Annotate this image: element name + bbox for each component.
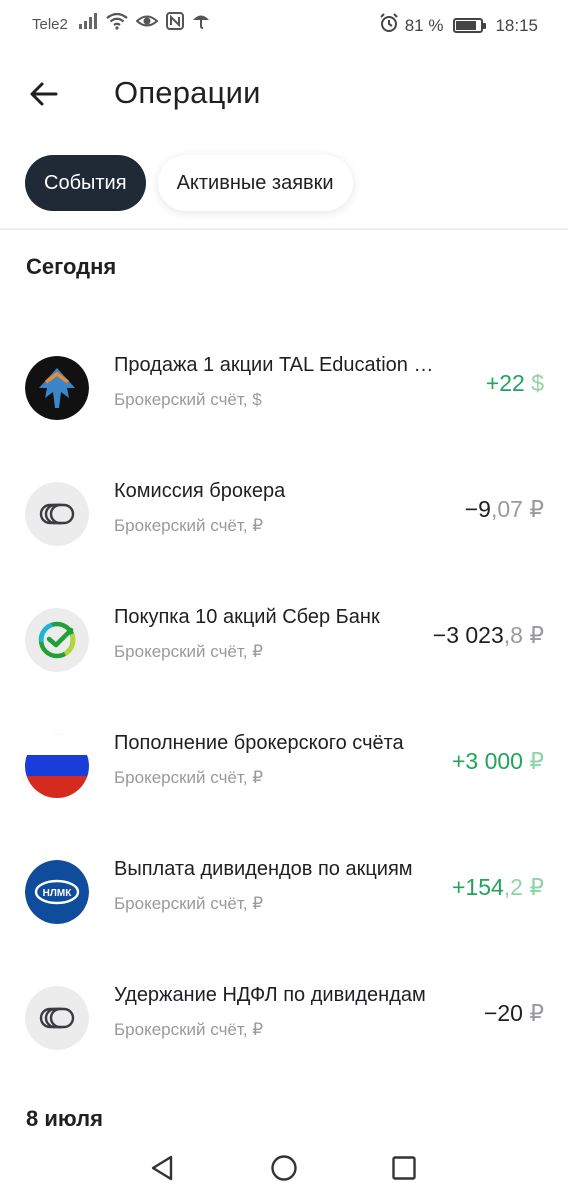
operation-amount: −9,07 ₽ — [464, 496, 544, 522]
operation-title: Выплата дивидендов по акциям — [114, 858, 413, 880]
operation-account: Брокерский счёт, ₽ — [114, 894, 264, 913]
operation-account: Брокерский счёт, ₽ — [114, 768, 264, 787]
operation-account: Брокерский счёт, $ — [114, 390, 262, 409]
operation-row[interactable]: Покупка 10 акций Сбер Банк Брокерский сч… — [0, 590, 568, 690]
operation-title: Удержание НДФЛ по дивидендам — [114, 984, 426, 1006]
nfc-icon — [166, 12, 184, 35]
system-nav-bar — [0, 1136, 568, 1200]
back-button[interactable] — [22, 72, 66, 116]
section-header-today: Сегодня — [26, 254, 117, 279]
operation-account: Брокерский счёт, ₽ — [114, 642, 264, 661]
status-bar: Tele2 81 % 18:15 — [0, 0, 568, 48]
section-header-8-july: 8 июля — [26, 1106, 103, 1131]
carrier-name: Tele2 — [32, 16, 68, 33]
circle-home-icon — [271, 1155, 297, 1181]
operation-row[interactable]: Продажа 1 акции TAL Education Group Брок… — [0, 338, 568, 438]
battery-percent: 81 % — [404, 15, 444, 35]
battery-icon — [453, 18, 487, 33]
operation-title: Продажа 1 акции TAL Education Group — [114, 354, 449, 376]
operation-amount: +22 $ — [485, 370, 544, 396]
operation-amount: +154,2 ₽ — [451, 874, 544, 900]
operation-account: Брокерский счёт, ₽ — [114, 1020, 264, 1039]
operation-amount: −3 023,8 ₽ — [432, 622, 544, 648]
umbrella-icon — [192, 12, 210, 35]
wifi-icon — [106, 12, 128, 35]
nav-back-button[interactable] — [144, 1150, 180, 1186]
triangle-back-icon — [151, 1155, 173, 1181]
tab-active-orders-label: Активные заявки — [176, 171, 334, 194]
operation-title: Комиссия брокера — [114, 480, 286, 502]
operation-row[interactable]: Удержание НДФЛ по дивидендам Брокерский … — [0, 968, 568, 1068]
operation-title: Покупка 10 акций Сбер Банк — [114, 606, 380, 628]
operation-amount: −20 ₽ — [483, 1000, 544, 1026]
tab-events[interactable]: События — [25, 155, 146, 211]
eye-icon — [135, 12, 159, 35]
tab-events-label: События — [44, 171, 127, 194]
operation-title: Пополнение брокерского счёта — [114, 732, 404, 754]
operation-account: Брокерский счёт, ₽ — [114, 516, 264, 535]
operation-row[interactable]: Комиссия брокера Брокерский счёт, ₽ −9,0… — [0, 464, 568, 564]
square-recents-icon — [392, 1156, 416, 1180]
tal-education-logo — [25, 356, 89, 420]
clock: 18:15 — [495, 15, 538, 35]
nlmk-logo-text: НЛМК — [43, 888, 73, 899]
coins-icon — [25, 986, 89, 1050]
tab-active-orders[interactable]: Активные заявки — [157, 155, 353, 211]
alarm-icon — [379, 13, 399, 38]
operations-tabs: События Активные заявки — [25, 155, 353, 211]
page-title: Операции — [114, 75, 261, 110]
operation-row[interactable]: НЛМК Выплата дивидендов по акциям Брокер… — [0, 842, 568, 942]
nav-home-button[interactable] — [266, 1150, 302, 1186]
signal-icon — [78, 12, 98, 35]
operation-amount: +3 000 ₽ — [451, 748, 544, 774]
sber-logo — [25, 608, 89, 672]
battery-fill — [456, 21, 476, 30]
header-divider — [0, 228, 568, 230]
operation-row[interactable]: Пополнение брокерского счёта Брокерский … — [0, 716, 568, 816]
coins-icon — [25, 482, 89, 546]
russia-flag-icon — [25, 734, 89, 798]
nlmk-logo: НЛМК — [25, 860, 89, 924]
nav-recents-button[interactable] — [386, 1150, 422, 1186]
app-bar: Операции — [0, 62, 568, 126]
arrow-left-icon — [30, 82, 58, 106]
